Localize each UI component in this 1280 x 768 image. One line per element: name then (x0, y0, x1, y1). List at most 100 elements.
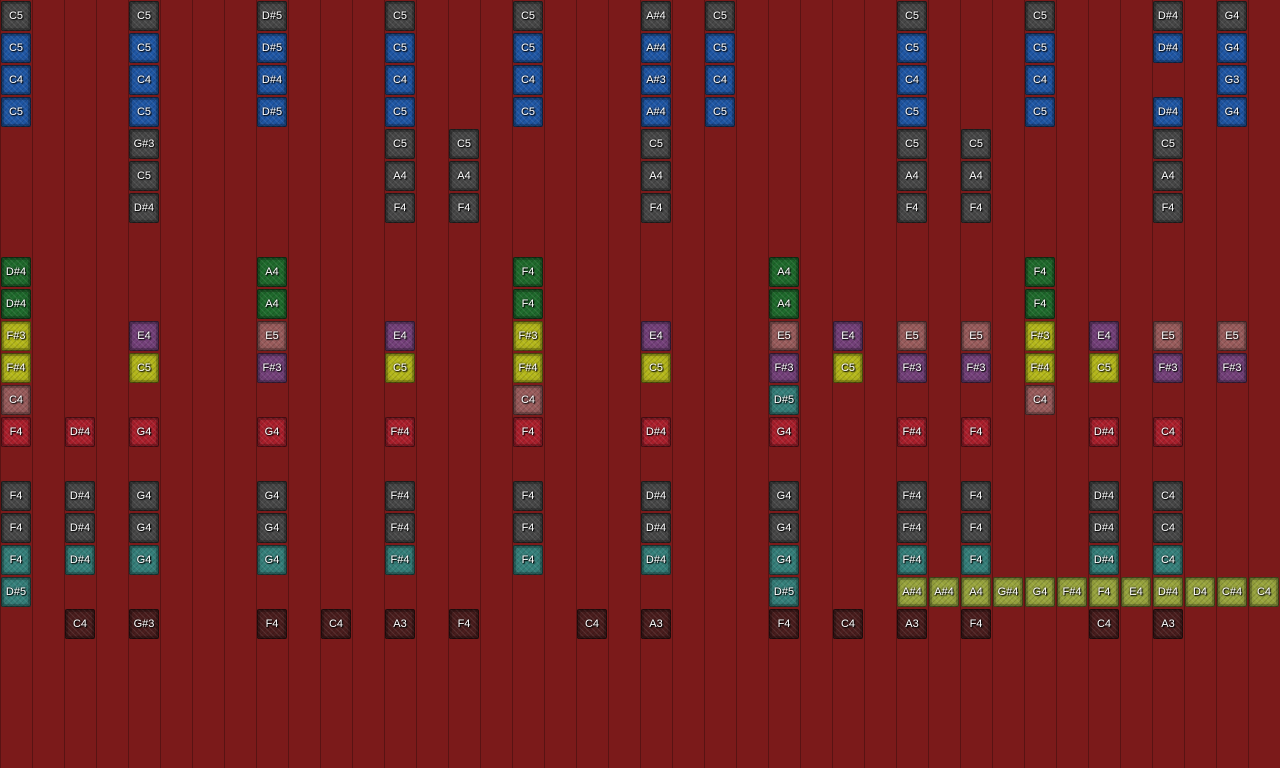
note-block[interactable]: D4 (1185, 577, 1215, 607)
note-block[interactable]: C5 (961, 129, 991, 159)
note-block[interactable]: A#4 (641, 33, 671, 63)
note-block[interactable]: C5 (1, 33, 31, 63)
note-block[interactable]: F#3 (1153, 353, 1183, 383)
note-block[interactable]: G4 (1217, 1, 1247, 31)
note-block[interactable]: F4 (449, 609, 479, 639)
note-block[interactable]: C5 (705, 97, 735, 127)
note-block[interactable]: G#3 (129, 609, 159, 639)
note-block[interactable]: A4 (641, 161, 671, 191)
note-block[interactable]: G#4 (993, 577, 1023, 607)
note-block[interactable]: C5 (1089, 353, 1119, 383)
note-block[interactable]: G4 (1217, 33, 1247, 63)
note-block[interactable]: A4 (769, 257, 799, 287)
note-block[interactable]: C5 (1025, 97, 1055, 127)
note-block[interactable]: C5 (897, 97, 927, 127)
note-block[interactable]: F4 (1153, 193, 1183, 223)
note-block[interactable]: C5 (385, 129, 415, 159)
note-block[interactable]: F#4 (1, 353, 31, 383)
sequencer-grid[interactable]: C5 C5 D#5 C5 C5 A#4 C5 C5 C5 D#4 G4 C5 C5 D#5 C5 C5 A#4 C… (0, 0, 1280, 768)
note-block[interactable]: D#4 (1, 257, 31, 287)
note-block[interactable]: G4 (769, 513, 799, 543)
note-block[interactable]: C5 (1153, 129, 1183, 159)
note-block[interactable]: F#3 (513, 321, 543, 351)
note-block[interactable]: A#4 (641, 97, 671, 127)
note-block[interactable]: E5 (897, 321, 927, 351)
note-block[interactable]: C5 (1025, 1, 1055, 31)
note-block[interactable]: C4 (705, 65, 735, 95)
note-block[interactable]: F4 (897, 193, 927, 223)
note-block[interactable]: F4 (1025, 257, 1055, 287)
note-block[interactable]: C4 (513, 65, 543, 95)
note-block[interactable]: F#3 (1025, 321, 1055, 351)
note-block[interactable]: F4 (385, 193, 415, 223)
note-block[interactable]: D#4 (257, 65, 287, 95)
note-block[interactable]: F#4 (385, 417, 415, 447)
note-block[interactable]: F#3 (1, 321, 31, 351)
note-block[interactable]: D#4 (641, 481, 671, 511)
note-block[interactable]: C4 (1153, 417, 1183, 447)
note-block[interactable]: F#4 (385, 481, 415, 511)
note-block[interactable]: F#4 (897, 545, 927, 575)
note-block[interactable]: D#4 (1153, 33, 1183, 63)
note-block[interactable]: A4 (769, 289, 799, 319)
note-block[interactable]: D#4 (641, 545, 671, 575)
note-block[interactable]: E4 (1089, 321, 1119, 351)
note-block[interactable]: C5 (641, 129, 671, 159)
note-block[interactable]: C4 (129, 65, 159, 95)
note-block[interactable]: A3 (385, 609, 415, 639)
note-block[interactable]: F4 (961, 193, 991, 223)
note-block[interactable]: F4 (1, 513, 31, 543)
note-block[interactable]: C4 (1, 385, 31, 415)
note-block[interactable]: F4 (961, 417, 991, 447)
note-block[interactable]: F#3 (257, 353, 287, 383)
note-block[interactable]: D#4 (65, 417, 95, 447)
note-block[interactable]: F4 (1089, 577, 1119, 607)
note-block[interactable]: C4 (1153, 481, 1183, 511)
note-block[interactable]: F4 (1025, 289, 1055, 319)
note-block[interactable]: G4 (129, 481, 159, 511)
note-block[interactable]: F4 (513, 545, 543, 575)
note-block[interactable]: C5 (513, 33, 543, 63)
note-block[interactable]: F#4 (385, 513, 415, 543)
note-block[interactable]: A4 (449, 161, 479, 191)
note-block[interactable]: G4 (769, 545, 799, 575)
note-block[interactable]: F4 (961, 609, 991, 639)
note-block[interactable]: C5 (129, 161, 159, 191)
note-block[interactable]: E4 (833, 321, 863, 351)
note-block[interactable]: F4 (961, 481, 991, 511)
note-block[interactable]: A#4 (897, 577, 927, 607)
note-block[interactable]: G4 (769, 481, 799, 511)
note-block[interactable]: F#3 (1217, 353, 1247, 383)
note-block[interactable]: F4 (1, 481, 31, 511)
note-block[interactable]: A4 (257, 257, 287, 287)
note-block[interactable]: C5 (1025, 33, 1055, 63)
note-block[interactable]: G4 (257, 481, 287, 511)
note-block[interactable]: C5 (385, 97, 415, 127)
note-block[interactable]: G#3 (129, 129, 159, 159)
note-block[interactable]: C5 (385, 353, 415, 383)
note-block[interactable]: D#4 (1089, 513, 1119, 543)
note-block[interactable]: A4 (961, 161, 991, 191)
note-block[interactable]: C5 (449, 129, 479, 159)
note-block[interactable]: D#5 (257, 1, 287, 31)
note-block[interactable]: F4 (513, 417, 543, 447)
note-block[interactable]: A#4 (641, 1, 671, 31)
note-block[interactable]: C5 (897, 1, 927, 31)
note-block[interactable]: C5 (513, 97, 543, 127)
note-block[interactable]: G4 (1217, 97, 1247, 127)
note-block[interactable]: C5 (705, 33, 735, 63)
note-block[interactable]: F4 (513, 257, 543, 287)
note-block[interactable]: C4 (1153, 545, 1183, 575)
note-block[interactable]: F#4 (897, 417, 927, 447)
note-block[interactable]: C#4 (1217, 577, 1247, 607)
note-block[interactable]: A4 (961, 577, 991, 607)
note-block[interactable]: D#4 (1, 289, 31, 319)
note-block[interactable]: D#4 (1089, 545, 1119, 575)
note-block[interactable]: D#4 (129, 193, 159, 223)
note-block[interactable]: D#4 (65, 545, 95, 575)
note-block[interactable]: C4 (1153, 513, 1183, 543)
note-block[interactable]: E5 (961, 321, 991, 351)
note-block[interactable]: C4 (577, 609, 607, 639)
note-block[interactable]: G4 (1025, 577, 1055, 607)
note-block[interactable]: F4 (1, 417, 31, 447)
